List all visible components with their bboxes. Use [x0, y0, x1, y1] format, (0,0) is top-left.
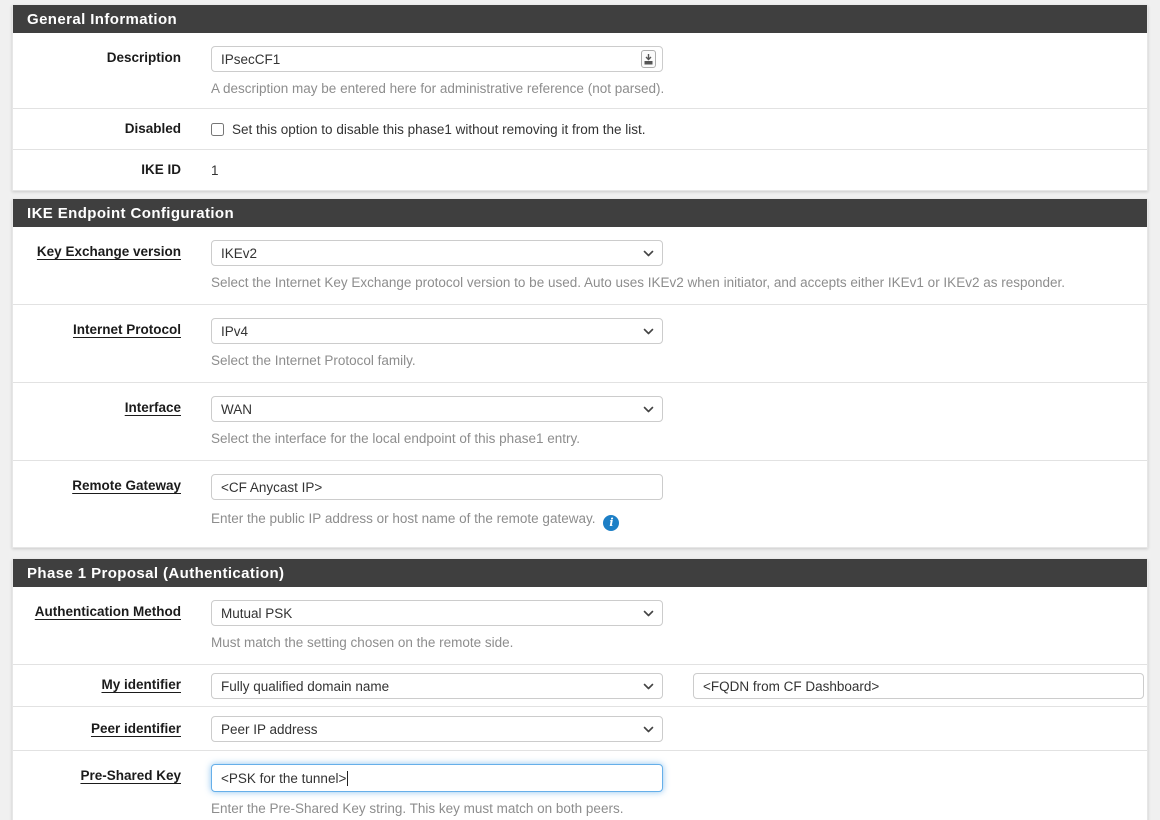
key-exchange-version-help: Select the Internet Key Exchange protoco…: [211, 274, 1144, 292]
authentication-method-select[interactable]: Mutual PSK: [211, 600, 663, 626]
field-row-authentication-method: Authentication Method Mutual PSK Must ma…: [13, 587, 1147, 664]
autofill-icon-glyph: [644, 54, 653, 65]
remote-gateway-help-text: Enter the public IP address or host name…: [211, 511, 595, 526]
description-label: Description: [13, 33, 181, 108]
key-exchange-version-label: Key Exchange version: [37, 244, 181, 259]
authentication-method-label: Authentication Method: [35, 604, 181, 619]
field-row-remote-gateway: Remote Gateway Enter the public IP addre…: [13, 460, 1147, 547]
panel-title-general-information: General Information: [13, 5, 1147, 33]
info-icon[interactable]: i: [603, 515, 619, 531]
preshared-key-input[interactable]: <PSK for the tunnel>: [211, 764, 663, 792]
disabled-label: Disabled: [13, 109, 181, 149]
authentication-method-help: Must match the setting chosen on the rem…: [211, 634, 1144, 652]
panel-title-ike-endpoint-configuration: IKE Endpoint Configuration: [13, 199, 1147, 227]
internet-protocol-label: Internet Protocol: [73, 322, 181, 337]
autofill-icon[interactable]: [641, 50, 656, 68]
internet-protocol-select[interactable]: IPv4: [211, 318, 663, 344]
disabled-checkbox[interactable]: [211, 123, 224, 136]
my-identifier-type-select[interactable]: Fully qualified domain name: [211, 673, 663, 699]
interface-select[interactable]: WAN: [211, 396, 663, 422]
panel-title-phase1-proposal: Phase 1 Proposal (Authentication): [13, 559, 1147, 587]
peer-identifier-label: Peer identifier: [91, 721, 181, 736]
remote-gateway-help: Enter the public IP address or host name…: [211, 510, 1144, 531]
remote-gateway-label: Remote Gateway: [72, 478, 181, 493]
disabled-checkbox-row: Set this option to disable this phase1 w…: [211, 121, 1144, 137]
field-row-description: Description A description may be entered…: [13, 33, 1147, 108]
ike-id-value: 1: [211, 162, 1144, 178]
disabled-checkbox-label: Set this option to disable this phase1 w…: [232, 122, 645, 137]
panel-ike-endpoint-configuration: IKE Endpoint Configuration Key Exchange …: [12, 199, 1148, 548]
interface-label: Interface: [125, 400, 181, 415]
field-row-my-identifier: My identifier Fully qualified domain nam…: [13, 664, 1147, 706]
my-identifier-value-input[interactable]: [693, 673, 1144, 699]
field-row-disabled: Disabled Set this option to disable this…: [13, 108, 1147, 149]
field-row-internet-protocol: Internet Protocol IPv4 Select the Intern…: [13, 304, 1147, 382]
text-caret: [347, 771, 348, 786]
remote-gateway-input[interactable]: [211, 474, 663, 500]
field-row-peer-identifier: Peer identifier Peer IP address: [13, 706, 1147, 750]
panel-general-information: General Information Description A descri…: [12, 5, 1148, 191]
my-identifier-label: My identifier: [101, 677, 181, 692]
panel-phase1-proposal-authentication: Phase 1 Proposal (Authentication) Authen…: [12, 559, 1148, 820]
preshared-key-value: <PSK for the tunnel>: [221, 771, 346, 786]
field-row-preshared-key: Pre-Shared Key <PSK for the tunnel> Ente…: [13, 750, 1147, 820]
description-input[interactable]: [211, 46, 663, 72]
field-row-key-exchange-version: Key Exchange version IKEv2 Select the In…: [13, 227, 1147, 304]
internet-protocol-help: Select the Internet Protocol family.: [211, 352, 1144, 370]
peer-identifier-type-select[interactable]: Peer IP address: [211, 716, 663, 742]
key-exchange-version-select[interactable]: IKEv2: [211, 240, 663, 266]
field-row-interface: Interface WAN Select the interface for t…: [13, 382, 1147, 460]
interface-help: Select the interface for the local endpo…: [211, 430, 1144, 448]
field-row-ike-id: IKE ID 1: [13, 149, 1147, 190]
preshared-key-help-line1: Enter the Pre-Shared Key string. This ke…: [211, 799, 1144, 819]
preshared-key-label: Pre-Shared Key: [80, 768, 181, 783]
description-help: A description may be entered here for ad…: [211, 80, 1144, 98]
ike-id-label: IKE ID: [13, 150, 181, 190]
